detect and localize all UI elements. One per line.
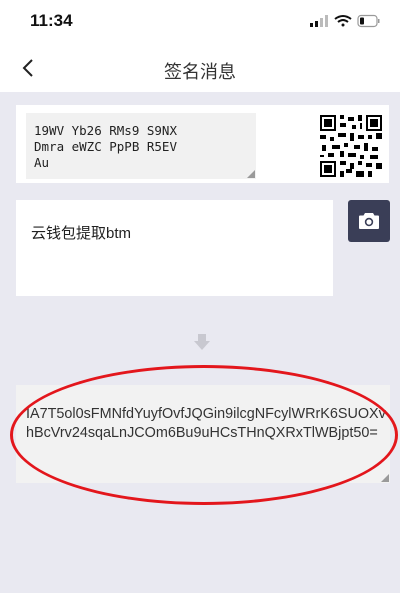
status-icons [310, 14, 380, 28]
scan-button[interactable] [348, 200, 390, 242]
signature-output[interactable]: IA7T5ol0sFMNfdYuyfOvfJQGin9ilcgNFcylWRrK… [16, 385, 390, 483]
camera-icon [359, 213, 379, 229]
resize-grip-icon [381, 474, 389, 482]
battery-icon [357, 14, 380, 28]
signature-text: IA7T5ol0sFMNfdYuyfOvfJQGin9ilcgNFcylWRrK… [26, 406, 386, 441]
arrow-down-icon [194, 334, 210, 350]
resize-grip-icon [247, 170, 255, 178]
nav-bar: 签名消息 [0, 44, 400, 92]
address-line: Dmra eWZC PpPB R5EV [34, 139, 177, 154]
message-text: 云钱包提取btm [31, 225, 132, 242]
signal-icon [310, 15, 328, 27]
status-time: 11:34 [30, 11, 73, 30]
address-line: 19WV Yb26 RMs9 S9NX [34, 123, 177, 138]
message-input[interactable]: 云钱包提取btm [16, 200, 333, 296]
qr-code-icon[interactable] [320, 115, 382, 177]
address-line: Au [34, 155, 50, 170]
address-field[interactable]: 19WV Yb26 RMs9 S9NX Dmra eWZC PpPB R5EV … [26, 113, 256, 179]
wifi-icon [334, 15, 352, 27]
address-card: 19WV Yb26 RMs9 S9NX Dmra eWZC PpPB R5EV … [16, 105, 389, 183]
page-title: 签名消息 [164, 62, 236, 82]
status-bar: 11:34 [0, 0, 400, 44]
